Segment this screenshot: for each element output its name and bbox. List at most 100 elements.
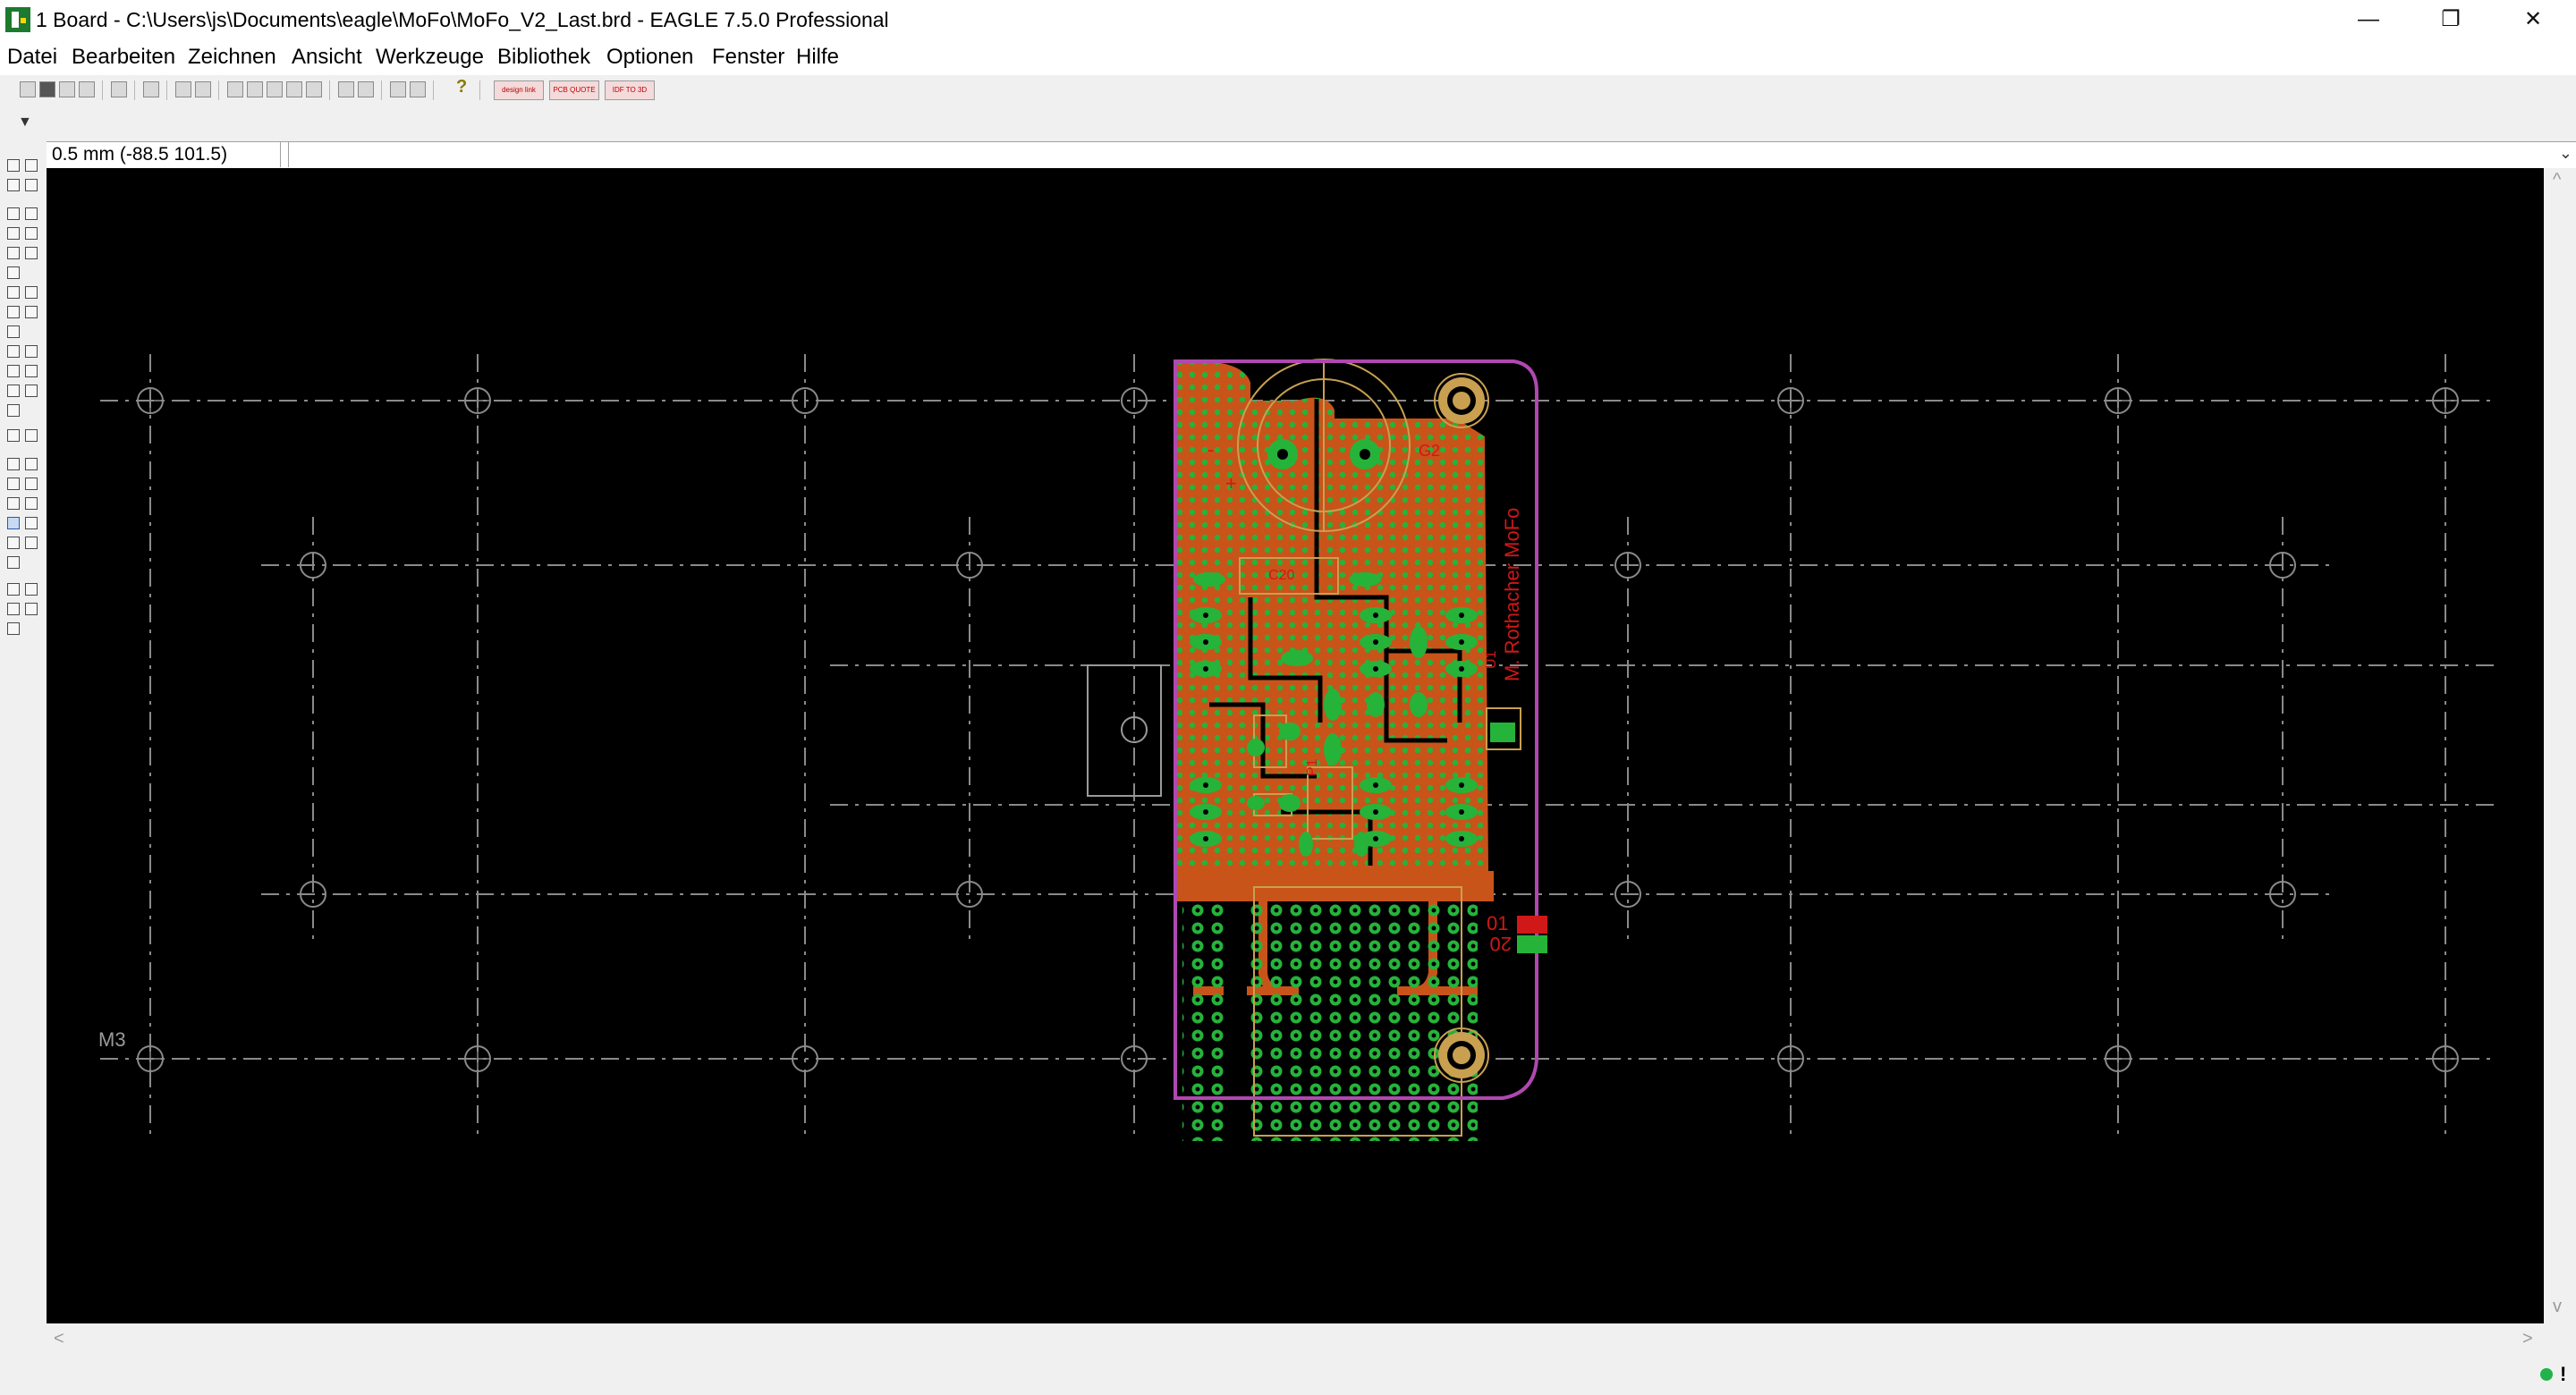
stop-command-button[interactable]: ! — [2560, 1363, 2566, 1386]
copy-icon[interactable] — [25, 207, 38, 220]
zoom-out-icon[interactable] — [267, 81, 283, 97]
layer-top-label: 01 — [1487, 912, 1508, 934]
dimension-icon[interactable] — [7, 556, 20, 569]
ulp-icon[interactable] — [175, 81, 191, 97]
board-author-text: M. Rothacher MoFo — [1501, 508, 1523, 681]
window-title: 1 Board - C:\Users\js\Documents\eagle\Mo… — [36, 8, 889, 31]
coordinate-bar: 0.5 mm (-88.5 101.5) ⌄ — [47, 141, 2576, 170]
layer-swatches — [1517, 916, 1547, 953]
via-icon[interactable] — [7, 517, 20, 529]
command-history-dropdown-icon[interactable]: ⌄ — [2559, 144, 2572, 163]
text-icon[interactable] — [25, 458, 38, 470]
minimize-button[interactable]: — — [2327, 0, 2410, 41]
cam-icon[interactable] — [79, 81, 95, 97]
pot-label: P1 — [1305, 758, 1320, 776]
drc-icon[interactable] — [7, 583, 20, 596]
warning-icon[interactable] — [7, 622, 20, 635]
autorouter-icon[interactable] — [7, 429, 20, 442]
zoom-select-icon[interactable] — [286, 81, 302, 97]
polygon-icon[interactable] — [25, 497, 38, 510]
save-icon[interactable] — [39, 81, 55, 97]
optimize-icon[interactable] — [25, 345, 38, 358]
menu-zeichnen[interactable]: Zeichnen — [188, 45, 276, 70]
mark-icon[interactable] — [25, 179, 38, 191]
ratsnest-icon[interactable] — [25, 429, 38, 442]
restore-button[interactable]: ❐ — [2410, 0, 2492, 41]
close-button[interactable]: ✕ — [2492, 0, 2574, 41]
value-icon[interactable] — [7, 365, 20, 377]
undo-icon[interactable] — [338, 81, 354, 97]
zoom-fit-icon[interactable] — [227, 81, 243, 97]
zoom-in-icon[interactable] — [247, 81, 263, 97]
dc-jack-outline — [1087, 664, 1162, 797]
arc-icon[interactable] — [25, 478, 38, 490]
group-icon[interactable] — [7, 247, 20, 259]
zoom-window-icon[interactable] — [7, 603, 20, 615]
redo-icon[interactable] — [358, 81, 374, 97]
move-icon[interactable] — [7, 207, 20, 220]
go-icon[interactable] — [410, 81, 426, 97]
mirror-icon[interactable] — [7, 227, 20, 240]
ulp-run-icon[interactable] — [195, 81, 211, 97]
add-icon[interactable] — [25, 286, 38, 299]
menu-werkzeuge[interactable]: Werkzeuge — [376, 45, 484, 70]
ripup-icon[interactable] — [7, 404, 20, 417]
command-input[interactable] — [288, 142, 2558, 167]
board-schematic-switch-icon[interactable] — [111, 81, 127, 97]
smash-icon[interactable] — [25, 365, 38, 377]
ic-label: U1 — [1484, 650, 1499, 669]
help-icon[interactable]: ? — [456, 77, 467, 97]
display-icon[interactable] — [7, 179, 20, 191]
script-icon[interactable] — [143, 81, 159, 97]
paste-icon[interactable] — [7, 266, 20, 279]
horizontal-scrollbar[interactable]: < > — [47, 1323, 2544, 1356]
chevron-down-icon[interactable]: ▼ — [18, 114, 32, 131]
scroll-left-icon[interactable]: < — [54, 1329, 64, 1349]
lock-icon[interactable] — [7, 326, 20, 338]
attribute-icon[interactable] — [25, 537, 38, 549]
idf-to-3d-button[interactable]: IDF TO 3D — [605, 80, 655, 100]
scroll-right-icon[interactable]: > — [2522, 1329, 2533, 1349]
replace-icon[interactable] — [7, 306, 20, 318]
hole-icon[interactable] — [7, 537, 20, 549]
menu-bibliothek[interactable]: Bibliothek — [497, 45, 590, 70]
route-icon[interactable] — [25, 385, 38, 397]
menu-ansicht[interactable]: Ansicht — [292, 45, 362, 70]
menu-fenster[interactable]: Fenster — [712, 45, 784, 70]
errors-icon[interactable] — [25, 583, 38, 596]
signal-icon[interactable] — [25, 517, 38, 529]
cap-label: C20 — [1268, 568, 1294, 583]
coordinate-readout: 0.5 mm (-88.5 101.5) — [47, 142, 281, 167]
pcb-drawing: M3 01 20 C20 - G2 + P1 U1 M. Rothacher M… — [98, 354, 2497, 1143]
main-toolbar: ? design link PCB QUOTE IDF TO 3D — [0, 75, 2576, 106]
open-icon[interactable] — [20, 81, 36, 97]
change-icon[interactable] — [25, 247, 38, 259]
wire-icon[interactable] — [7, 458, 20, 470]
scroll-up-icon[interactable]: ^ — [2553, 170, 2561, 190]
info-icon[interactable] — [7, 159, 20, 172]
menu-datei[interactable]: Datei — [7, 45, 57, 70]
menu-optionen[interactable]: Optionen — [606, 45, 693, 70]
eagle-app-icon — [5, 7, 30, 32]
rotate-icon[interactable] — [25, 227, 38, 240]
cell-minus-label: - — [1208, 438, 1214, 461]
design-link-button[interactable]: design link — [494, 80, 544, 100]
scroll-down-icon[interactable]: v — [2553, 1297, 2562, 1317]
show-icon[interactable] — [25, 159, 38, 172]
menu-bearbeiten[interactable]: Bearbeiten — [72, 45, 175, 70]
miter-icon[interactable] — [7, 385, 20, 397]
split-icon[interactable] — [7, 345, 20, 358]
delete-icon[interactable] — [7, 286, 20, 299]
zoom-area-icon[interactable] — [25, 603, 38, 615]
menu-bar: Datei Bearbeiten Zeichnen Ansicht Werkze… — [0, 41, 2576, 75]
menu-hilfe[interactable]: Hilfe — [796, 45, 839, 70]
name-icon[interactable] — [25, 306, 38, 318]
pcb-quote-button[interactable]: PCB QUOTE — [549, 80, 599, 100]
rect-icon[interactable] — [7, 497, 20, 510]
stop-icon[interactable] — [390, 81, 406, 97]
circle-icon[interactable] — [7, 478, 20, 490]
vertical-scrollbar[interactable]: ^ v — [2544, 168, 2576, 1323]
redraw-icon[interactable] — [306, 81, 322, 97]
print-icon[interactable] — [59, 81, 75, 97]
board-canvas[interactable]: M3 01 20 C20 - G2 + P1 U1 M. Rothacher M… — [47, 168, 2544, 1323]
